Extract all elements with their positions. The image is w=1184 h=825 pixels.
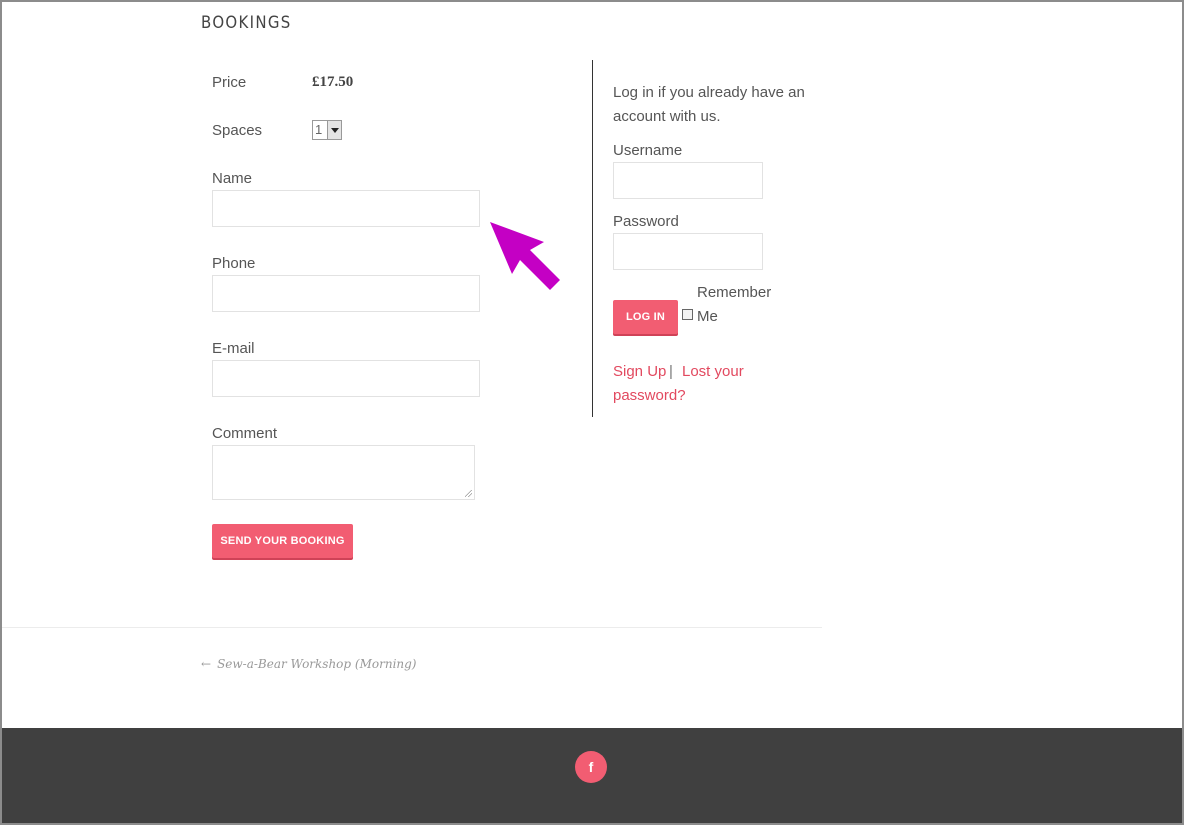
email-label: E-mail	[212, 340, 255, 357]
pointer-arrow-icon	[490, 222, 560, 290]
comment-textarea[interactable]	[212, 445, 475, 500]
password-label: Password	[613, 213, 679, 230]
username-label: Username	[613, 142, 683, 159]
facebook-glyph: f	[588, 759, 594, 775]
name-input[interactable]	[212, 190, 480, 227]
login-intro: Log in if you already have an account wi…	[613, 84, 805, 125]
facebook-icon[interactable]: f	[575, 751, 607, 783]
remember-me-checkbox[interactable]	[682, 309, 693, 320]
previous-post-link[interactable]: ← Sew-a-Bear Workshop (Morning)	[201, 657, 417, 671]
lost-password-link[interactable]: Lost your	[682, 360, 744, 384]
username-input[interactable]	[613, 162, 763, 199]
comment-label: Comment	[212, 425, 278, 442]
previous-post-title[interactable]: Sew-a-Bear Workshop (Morning)	[217, 657, 416, 671]
page-title: BOOKINGS	[201, 13, 292, 33]
remember-me-label: Me	[697, 308, 718, 325]
email-input[interactable]	[212, 360, 480, 397]
name-label: Name	[212, 170, 253, 187]
spaces-label: Spaces	[212, 122, 263, 139]
phone-input[interactable]	[212, 275, 480, 312]
spaces-select[interactable]: 1	[312, 120, 342, 140]
sign-up-link[interactable]: Sign Up	[613, 360, 666, 384]
link-separator: |	[669, 363, 673, 380]
spaces-select-value: 1	[315, 122, 323, 137]
lost-password-link-line2[interactable]: password?	[613, 384, 686, 408]
phone-label: Phone	[212, 255, 256, 272]
chevron-down-icon[interactable]	[327, 121, 341, 139]
content-separator	[2, 627, 822, 628]
remember-label: Remember	[697, 284, 772, 301]
password-input[interactable]	[613, 233, 763, 270]
login-button[interactable]: LOG IN	[613, 300, 678, 334]
price-label: Price	[212, 74, 247, 91]
price-value: £17.50	[312, 74, 354, 90]
arrow-left-icon: ←	[201, 657, 212, 671]
send-booking-button[interactable]: SEND YOUR BOOKING	[212, 524, 353, 558]
column-divider	[592, 60, 593, 417]
